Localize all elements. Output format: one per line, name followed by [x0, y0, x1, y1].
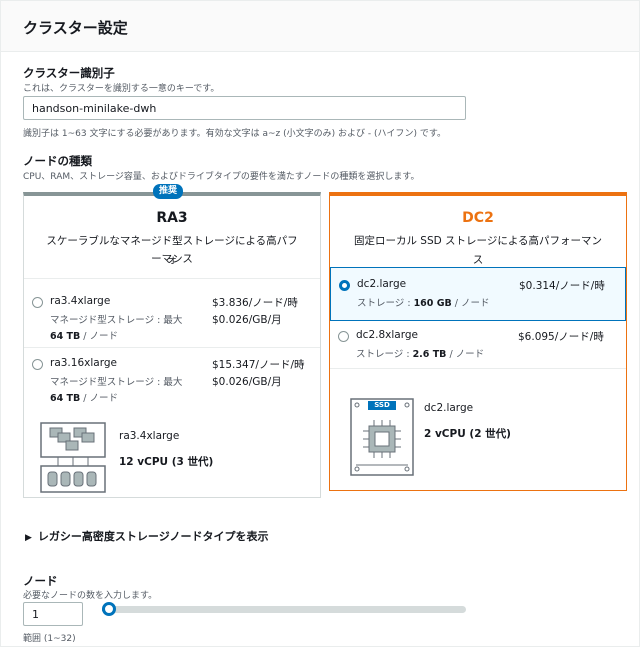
ra3-divider — [24, 278, 320, 279]
option-storage-suffix: / ノード — [83, 331, 119, 342]
radio-ra3-4xlarge[interactable] — [32, 297, 43, 308]
option-price-storage: $0.026/GB/月 — [212, 314, 282, 326]
ra3-spec-name: ra3.4xlarge — [119, 430, 180, 442]
option-storage-prefix: マネージド型ストレージ : 最大 — [50, 315, 183, 326]
option-storage-value: 64 TB — [50, 393, 81, 404]
option-storage-value: 64 TB — [50, 331, 81, 342]
dc2-option-large[interactable]: dc2.large ストレージ : 160 GB / ノード $0.314/ノー… — [330, 267, 626, 321]
caret-right-icon: ▶ — [25, 533, 32, 543]
identifier-constraint: 識別子は 1~63 文字にする必要があります。有効な文字は a~z (小文字のみ… — [23, 129, 446, 139]
nodes-label: ノード — [23, 574, 58, 588]
dc2-title: DC2 — [462, 210, 494, 226]
recommended-badge: 推奨 — [153, 184, 184, 199]
option-name: ra3.4xlarge — [50, 295, 111, 307]
panel-header: クラスター設定 — [1, 1, 639, 52]
dc2-spec-name: dc2.large — [424, 402, 474, 414]
ra3-managed-storage-icon — [40, 422, 106, 493]
option-storage-line: ストレージ : 160 GB / ノード — [357, 295, 490, 309]
option-price-node: $0.314/ノード/時 — [519, 280, 605, 292]
option-storage-line: 64 TB / ノード — [50, 328, 118, 342]
ra3-option-divider — [24, 347, 320, 348]
ra3-card[interactable]: RA3 スケーラブルなマネージド型ストレージによる高パフォ ーマンス ra3.4… — [23, 192, 321, 498]
ra3-title: RA3 — [156, 210, 188, 226]
option-storage-prefix: マネージド型ストレージ : 最大 — [50, 377, 183, 388]
radio-dc2-large[interactable] — [339, 280, 350, 291]
node-type-label: ノードの種類 — [23, 154, 92, 168]
ra3-subtitle-line2: ーマンス — [151, 253, 193, 265]
radio-dc2-8xlarge[interactable] — [338, 331, 349, 342]
node-type-description: CPU、RAM、ストレージ容量、およびドライブタイプの要件を満たすノードの種類を… — [23, 172, 420, 182]
dc2-subtitle: 固定ローカル SSD ストレージによる高パフォーマンス — [353, 235, 603, 266]
node-count-slider[interactable] — [102, 602, 466, 616]
legacy-node-types-toggle[interactable]: ▶ レガシー高密度ストレージノードタイプを表示 — [25, 528, 268, 544]
ssd-chip-icon — [350, 398, 414, 476]
option-storage-value: 160 GB — [413, 298, 452, 309]
option-name: dc2.large — [357, 278, 407, 290]
option-storage-prefix: ストレージ : — [357, 298, 414, 309]
ssd-label: SSD — [374, 401, 390, 409]
option-price-node: $6.095/ノード/時 — [518, 331, 604, 343]
radio-ra3-16xlarge[interactable] — [32, 359, 43, 370]
option-price-node: $15.347/ノード/時 — [212, 359, 305, 371]
dc2-spec-cpu: 2 vCPU (2 世代) — [424, 428, 511, 440]
legacy-toggle-label: レガシー高密度ストレージノードタイプを表示 — [37, 530, 269, 543]
option-price-node: $3.836/ノード/時 — [212, 297, 298, 309]
node-range: 範囲 (1~32) — [23, 634, 76, 644]
option-storage-suffix: / ノード — [449, 349, 485, 360]
cluster-settings-panel: クラスター設定 クラスター識別子 これは、クラスターを識別する一意のキーです。 … — [0, 0, 640, 647]
option-storage-line: ストレージ : 2.6 TB / ノード — [356, 346, 484, 360]
identifier-description: これは、クラスターを識別する一意のキーです。 — [23, 84, 220, 94]
option-name: ra3.16xlarge — [50, 357, 117, 369]
option-storage-suffix: / ノード — [83, 393, 119, 404]
slider-thumb[interactable] — [102, 602, 116, 616]
option-name: dc2.8xlarge — [356, 329, 418, 341]
page-title: クラスター設定 — [23, 19, 128, 37]
dc2-option-divider — [330, 368, 626, 369]
node-count-input[interactable] — [23, 602, 83, 626]
option-price-storage: $0.026/GB/月 — [212, 376, 282, 388]
option-storage-value: 2.6 TB — [412, 349, 447, 360]
dc2-card[interactable]: DC2 固定ローカル SSD ストレージによる高パフォーマンス dc2.larg… — [329, 192, 627, 491]
option-storage-line: 64 TB / ノード — [50, 390, 118, 404]
nodes-description: 必要なノードの数を入力します。 — [23, 591, 158, 601]
ra3-spec-cpu: 12 vCPU (3 世代) — [119, 456, 214, 468]
identifier-label: クラスター識別子 — [23, 66, 115, 80]
cluster-identifier-input[interactable] — [23, 96, 466, 120]
option-storage-suffix: / ノード — [454, 298, 490, 309]
option-storage-prefix: ストレージ : — [356, 349, 413, 360]
